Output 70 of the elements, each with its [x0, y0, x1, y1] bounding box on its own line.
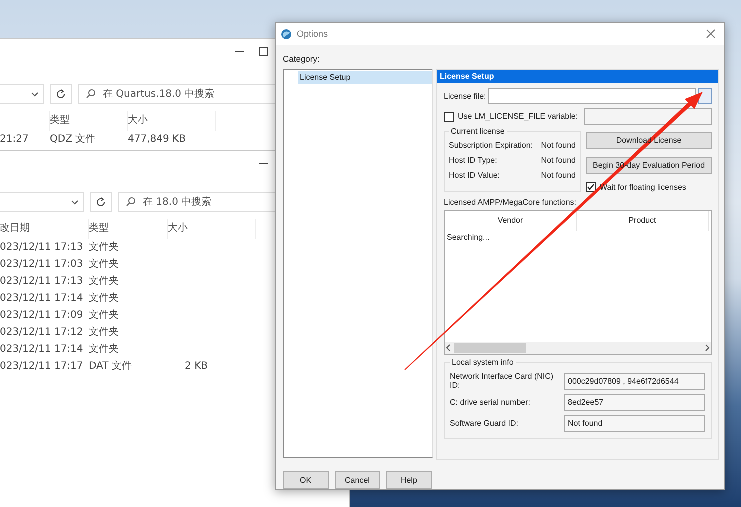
browse-button[interactable] — [698, 88, 712, 104]
table-cell-text: 477,849 KB — [128, 133, 187, 147]
table-cell-text: 023/12/11 17:03 — [0, 258, 84, 272]
category-label: Category: — [283, 54, 320, 64]
globe-icon — [281, 28, 292, 40]
close-icon — [706, 29, 716, 39]
table-cell-text: 21:27 — [0, 133, 30, 147]
refresh-button[interactable] — [50, 84, 72, 104]
column-header[interactable]: 改日期 — [0, 219, 89, 239]
status-text: Searching... — [447, 233, 490, 242]
group-title: Current license — [450, 127, 506, 136]
table-cell-text: 023/12/11 17:14 — [0, 343, 84, 357]
dialog-button[interactable]: OK — [282, 471, 329, 489]
table-cell-text: 2 KB — [184, 360, 209, 374]
field-value: Not found — [540, 171, 576, 180]
field-label: C: drive serial number: — [450, 398, 532, 407]
scroll-right-icon — [703, 343, 712, 353]
readonly-field: 8ed2ee57 — [564, 394, 706, 411]
window-title: Options — [297, 29, 330, 39]
column-header[interactable]: 类型 — [89, 219, 168, 239]
table-cell-text: 023/12/11 17:13 — [0, 275, 84, 289]
table-cell-text: 023/12/11 17:17 — [0, 360, 84, 374]
table-cell-text: 023/12/11 17:13 — [0, 241, 84, 255]
table-cell-text: 023/12/11 17:09 — [0, 309, 84, 323]
table-cell-text: QDZ 文件 — [50, 132, 97, 147]
readonly-field: Not found — [564, 415, 706, 432]
chevron-down-icon — [31, 90, 39, 98]
section-label: Licensed AMPP/MegaCore functions: — [444, 198, 578, 207]
checkbox[interactable] — [586, 182, 596, 192]
table-cell-text: 023/12/11 17:12 — [0, 326, 84, 340]
refresh-icon — [96, 197, 106, 207]
variable-field[interactable] — [584, 108, 712, 125]
table-cell-text: 文件夹 — [89, 292, 120, 306]
horizontal-scrollbar[interactable] — [445, 342, 712, 354]
scrollbar-thumb[interactable] — [454, 343, 526, 353]
field-value: Not found — [540, 141, 576, 150]
table-cell-text: 文件夹 — [89, 258, 120, 272]
refresh-button[interactable] — [90, 192, 112, 212]
field-label: License file: — [444, 92, 486, 100]
search-icon — [86, 89, 96, 99]
table-cell-text: 文件夹 — [89, 326, 120, 340]
table-cell-text: 023/12/11 17:14 — [0, 292, 84, 306]
license-file-field[interactable] — [488, 88, 696, 104]
checkbox-label: Use LM_LICENSE_FILE variable: — [458, 112, 578, 121]
field-value: Not found — [540, 156, 576, 165]
table-cell-text: 文件夹 — [89, 274, 120, 289]
dialog-button[interactable]: Help — [386, 471, 432, 489]
column-header[interactable]: 类型 — [50, 111, 128, 131]
panel-header: License Setup — [437, 70, 718, 83]
field-label: Software Guard ID: — [450, 419, 520, 428]
column-header[interactable]: 大小 — [168, 219, 256, 239]
maximize-icon — [259, 47, 269, 57]
chevron-down-icon — [71, 198, 79, 206]
table-cell-text: 文件夹 — [89, 342, 120, 357]
checkbox[interactable] — [444, 112, 454, 122]
scroll-left-icon — [445, 343, 453, 353]
table-cell-text: 文件夹 — [89, 240, 120, 255]
field-label: Subscription Expiration: — [449, 141, 534, 150]
column-header[interactable]: 大小 — [128, 111, 216, 131]
refresh-icon — [56, 89, 66, 99]
table-cell-text: 文件夹 — [89, 308, 120, 323]
category-item[interactable]: License Setup — [298, 71, 432, 84]
search-icon — [126, 197, 136, 207]
field-label: Host ID Value: — [449, 171, 501, 180]
field-label: Host ID Type: — [449, 156, 498, 165]
table-cell-text: DAT 文件 — [89, 360, 133, 374]
dialog-button[interactable]: Cancel — [334, 471, 380, 489]
readonly-field: 000c29d07809 , 94e6f72d6544 — [564, 372, 706, 390]
field-label: Network Interface Card (NIC) ID: — [450, 372, 555, 390]
group-title: Local system info — [451, 358, 515, 367]
